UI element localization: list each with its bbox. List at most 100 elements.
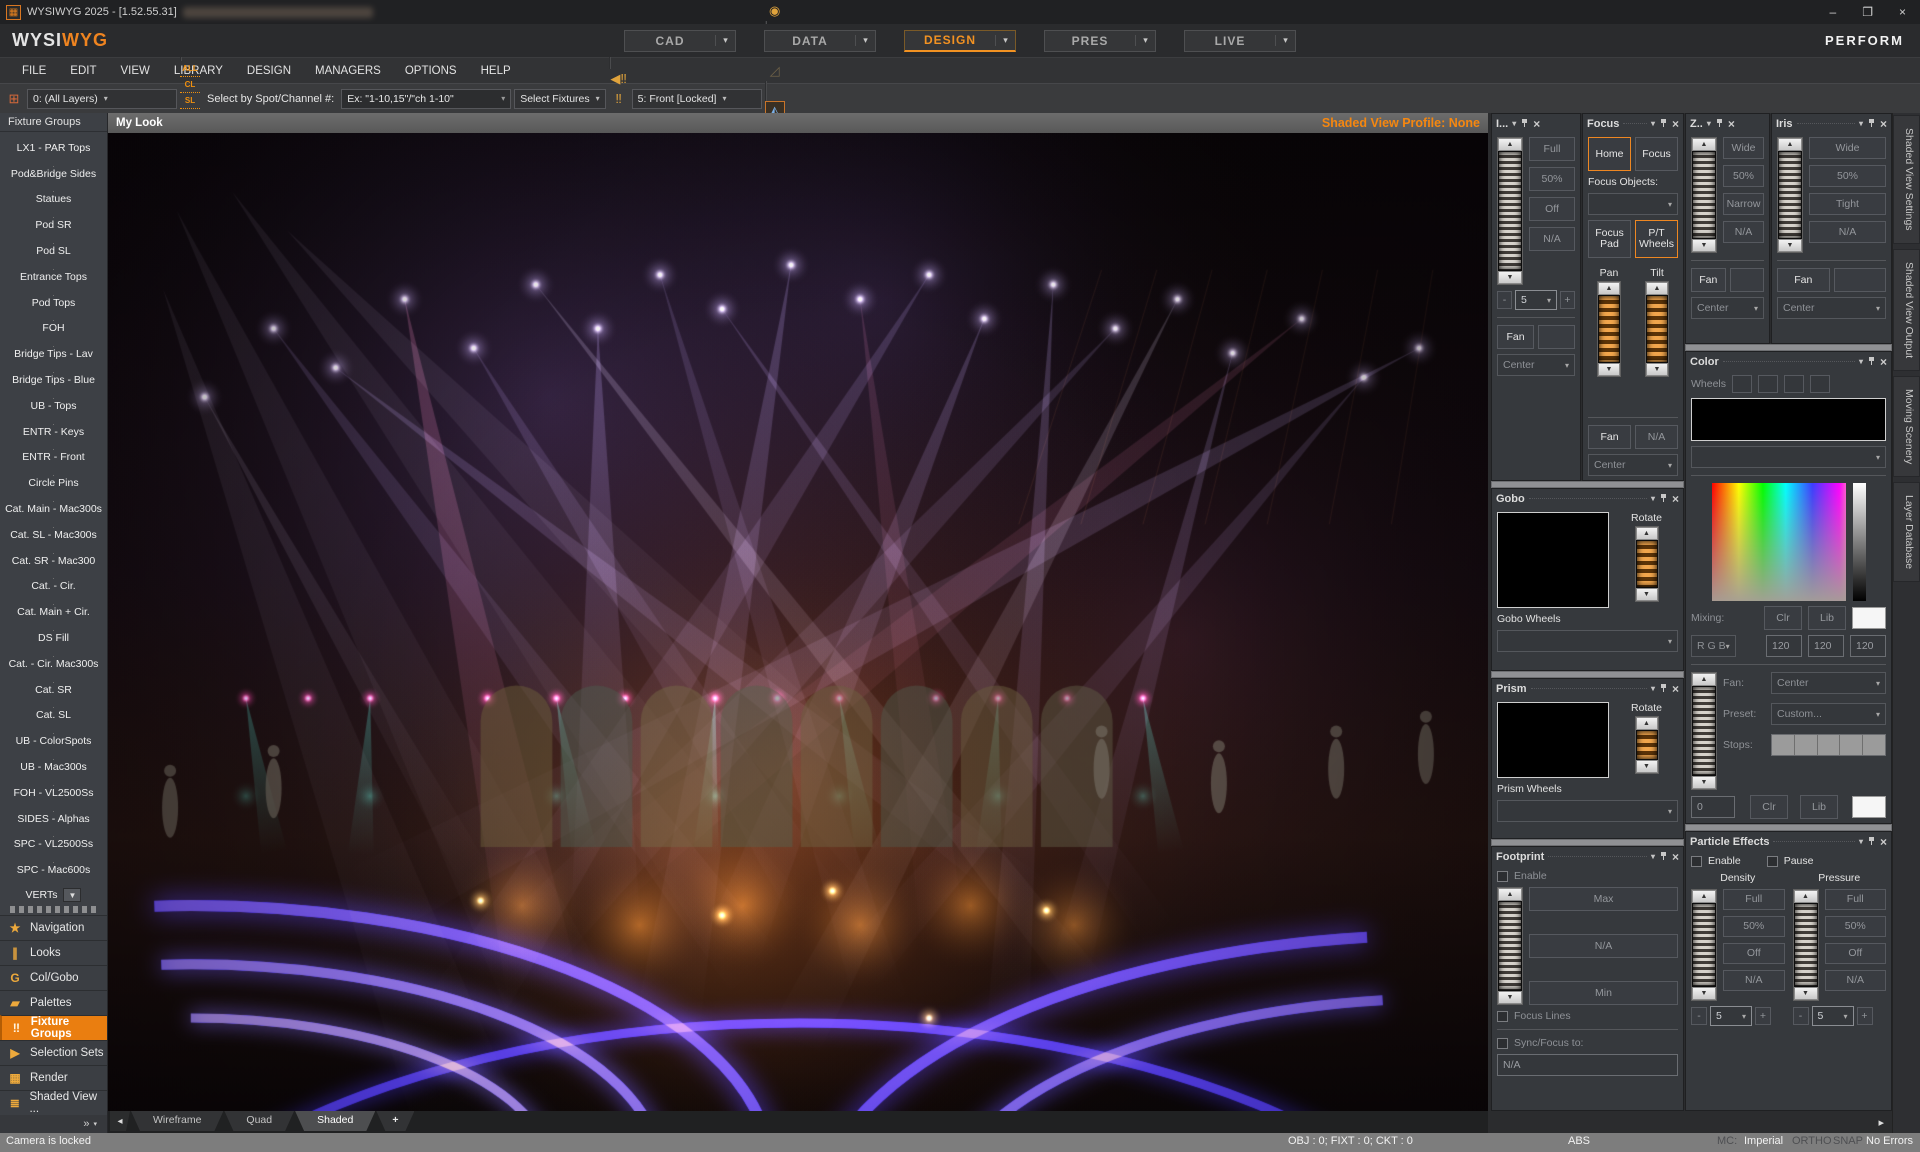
- fan-value-button[interactable]: N/A: [1635, 425, 1678, 449]
- intensity-preset-button[interactable]: N/A: [1529, 227, 1575, 251]
- shaded-view-canvas[interactable]: [108, 133, 1488, 1111]
- chevron-down-icon[interactable]: ▾: [1651, 494, 1655, 503]
- fixture-group-item[interactable]: DS Fill: [2, 626, 105, 646]
- chevron-down-icon[interactable]: ▾: [1707, 119, 1711, 128]
- minimize-button[interactable]: –: [1830, 5, 1837, 19]
- fan-value-button[interactable]: [1730, 268, 1765, 292]
- wheel-down-button[interactable]: ▼: [1598, 363, 1620, 376]
- separator[interactable]: [765, 81, 767, 101]
- step-plus-button[interactable]: +: [1560, 291, 1575, 309]
- menu-item[interactable]: OPTIONS: [393, 65, 469, 77]
- menu-item[interactable]: FILE: [10, 65, 58, 77]
- close-icon[interactable]: ×: [1728, 119, 1735, 129]
- color-library-button[interactable]: Lib: [1800, 795, 1838, 819]
- pt-wheels-button[interactable]: P/T Wheels: [1635, 220, 1678, 258]
- color-wheel-slot[interactable]: [1758, 375, 1778, 393]
- fixture-group-verts[interactable]: VERTs ▼: [0, 886, 107, 904]
- zoom-preset-button[interactable]: N/A: [1723, 221, 1764, 243]
- expand-arrow-icon[interactable]: ▸: [1878, 1116, 1884, 1129]
- color-space-dropdown[interactable]: R G B▾: [1691, 635, 1736, 657]
- nav-palettes[interactable]: ▰ Palettes: [0, 990, 107, 1015]
- wheel-track[interactable]: [1637, 731, 1657, 759]
- chevron-down-icon[interactable]: ▾: [1275, 35, 1295, 46]
- particles-enable-checkbox[interactable]: [1691, 856, 1702, 867]
- chevron-down-icon[interactable]: ▾: [1859, 119, 1863, 128]
- color-fan-fader[interactable]: ▲ ▼: [1691, 672, 1717, 790]
- pin-icon[interactable]: [1520, 119, 1529, 128]
- pin-icon[interactable]: [1659, 684, 1668, 693]
- chevron-down-icon[interactable]: ▾: [995, 35, 1015, 46]
- fixture-group-item[interactable]: Cat. SL - Mac300s: [2, 523, 105, 543]
- tilt-wheel[interactable]: ▲ ▼: [1645, 281, 1669, 377]
- fader-down-button[interactable]: ▼: [1498, 271, 1522, 284]
- fan-mode-dropdown[interactable]: Center▾: [1691, 297, 1764, 319]
- wheel-up-button[interactable]: ▲: [1636, 717, 1658, 730]
- footprint-fader[interactable]: ▲ ▼: [1497, 887, 1523, 1005]
- sidebar-more-button[interactable]: »▾: [0, 1115, 107, 1133]
- fan-mode-dropdown[interactable]: Center▾: [1777, 297, 1886, 319]
- chevron-down-icon[interactable]: ▾: [1512, 119, 1516, 128]
- close-icon[interactable]: ×: [1880, 119, 1887, 129]
- fixture-group-item[interactable]: Circle Pins: [2, 471, 105, 491]
- fader-track[interactable]: [1499, 152, 1521, 270]
- wheel-up-button[interactable]: ▲: [1646, 282, 1668, 295]
- fixture-group-item[interactable]: Entrance Tops: [2, 265, 105, 285]
- tab-shaded[interactable]: Shaded: [295, 1111, 375, 1131]
- side-tab[interactable]: Shaded View Output: [1893, 249, 1920, 371]
- footprint-na-button[interactable]: N/A: [1529, 934, 1678, 958]
- color-value-input[interactable]: 120: [1766, 635, 1802, 657]
- close-icon[interactable]: ×: [1672, 852, 1679, 862]
- fan-mode-dropdown[interactable]: Center▾: [1497, 354, 1575, 376]
- intensity-preset-button[interactable]: Off: [1529, 197, 1575, 221]
- close-icon[interactable]: ×: [1880, 357, 1887, 367]
- intensity-fader[interactable]: ▲ ▼: [1497, 137, 1523, 285]
- fader-down-button[interactable]: ▼: [1794, 987, 1818, 1000]
- density-preset-button[interactable]: Full: [1723, 889, 1785, 910]
- fixture-group-item[interactable]: UB - Mac300s: [2, 755, 105, 775]
- fixture-group-item[interactable]: Cat. Main - Mac300s: [2, 497, 105, 517]
- layer-select-dropdown[interactable]: 0: (All Layers)▾: [27, 89, 177, 109]
- iris-fader[interactable]: ▲ ▼: [1777, 137, 1803, 253]
- fader-track[interactable]: [1693, 904, 1715, 986]
- fader-up-button[interactable]: ▲: [1794, 890, 1818, 903]
- iris-preset-button[interactable]: Tight: [1809, 193, 1886, 215]
- pressure-preset-button[interactable]: 50%: [1825, 916, 1887, 937]
- pressure-preset-button[interactable]: N/A: [1825, 970, 1887, 991]
- wheel-down-button[interactable]: ▼: [1636, 760, 1658, 773]
- color-swatch[interactable]: [1852, 607, 1886, 629]
- fixture-group-item[interactable]: LX1 - PAR Tops: [2, 140, 105, 156]
- panel-grip[interactable]: [10, 906, 97, 913]
- nav-fixture-groups[interactable]: ‼ Fixture Groups: [0, 1015, 107, 1040]
- color-wheel-slot[interactable]: [1810, 375, 1830, 393]
- fader-up-button[interactable]: ▲: [1778, 138, 1802, 151]
- spot-channel-input[interactable]: Ex: "1-10,15"/"ch 1-10"▾: [341, 89, 511, 109]
- zoom-preset-button[interactable]: Narrow: [1723, 193, 1764, 215]
- density-preset-button[interactable]: N/A: [1723, 970, 1785, 991]
- mode-data[interactable]: DATA ▾: [764, 30, 876, 52]
- zoom-fader[interactable]: ▲ ▼: [1691, 137, 1717, 253]
- color-value-input[interactable]: 120: [1808, 635, 1844, 657]
- color-clear-button[interactable]: Clr: [1764, 606, 1802, 630]
- fixture-group-item[interactable]: Statues: [2, 187, 105, 207]
- abs-toggle[interactable]: ABS: [1568, 1135, 1590, 1147]
- wheel-up-button[interactable]: ▲: [1598, 282, 1620, 295]
- pin-icon[interactable]: [1659, 852, 1668, 861]
- color-clear-button[interactable]: Clr: [1750, 795, 1788, 819]
- mode-pres[interactable]: PRES ▾: [1044, 30, 1156, 52]
- gobo-rotate-wheel[interactable]: ▲ ▼: [1635, 526, 1659, 602]
- chevron-down-icon[interactable]: ▾: [1651, 119, 1655, 128]
- chevron-down-icon[interactable]: ▾: [715, 35, 735, 46]
- pin-icon[interactable]: [1659, 494, 1668, 503]
- fan-button[interactable]: Fan: [1497, 325, 1534, 349]
- splitter[interactable]: [1491, 671, 1684, 678]
- iris-preset-button[interactable]: 50%: [1809, 165, 1886, 187]
- nav-render[interactable]: ▦ Render: [0, 1065, 107, 1090]
- density-preset-button[interactable]: 50%: [1723, 916, 1785, 937]
- mode-cad[interactable]: CAD ▾: [624, 30, 736, 52]
- select-fixtures-dropdown[interactable]: Select Fixtures▾: [514, 89, 605, 109]
- select-cl-button[interactable]: CL: [180, 77, 200, 93]
- step-minus-button[interactable]: -: [1497, 291, 1512, 309]
- fader-down-button[interactable]: ▼: [1692, 239, 1716, 252]
- close-icon[interactable]: ×: [1672, 684, 1679, 694]
- fader-up-button[interactable]: ▲: [1692, 890, 1716, 903]
